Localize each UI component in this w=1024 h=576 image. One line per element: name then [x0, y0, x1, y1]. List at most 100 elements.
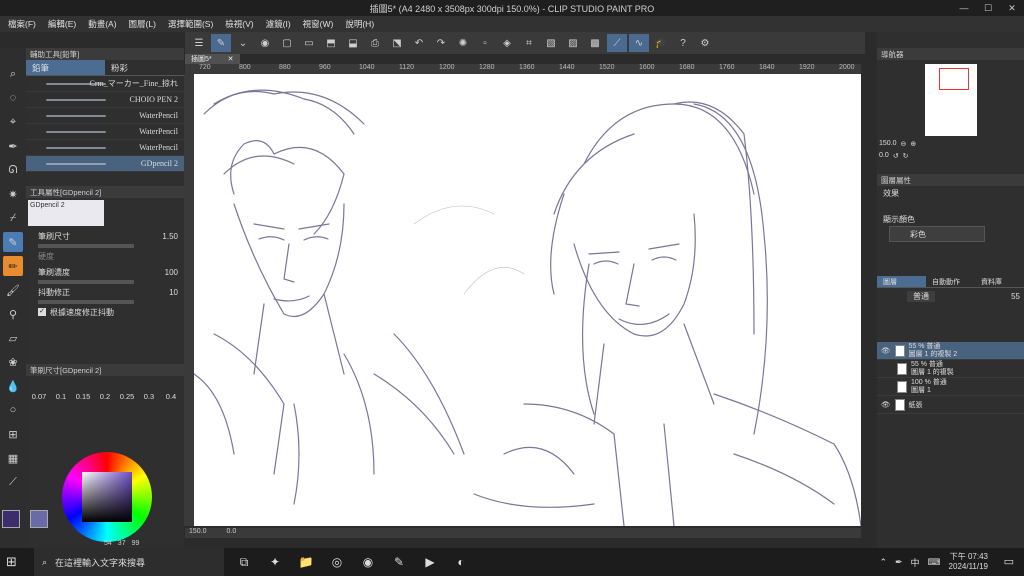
blend-mode-dropdown[interactable]: 普通	[907, 290, 935, 302]
search-box[interactable]: ⌕ 在這裡輸入文字來搜尋	[34, 548, 224, 576]
tab-library[interactable]: 資料庫	[975, 276, 1024, 288]
lasso-select-icon[interactable]: ᘏ	[3, 160, 23, 180]
learn-icon[interactable]: 🎓	[651, 34, 671, 52]
zoom-readout[interactable]: 150.0	[189, 528, 207, 538]
brush-item-selected[interactable]: GDpencil 2	[26, 156, 184, 172]
menu-animation[interactable]: 動畫(A)	[88, 18, 116, 30]
notification-icon[interactable]: ▭	[1004, 555, 1014, 568]
menu-view[interactable]: 檢視(V)	[225, 18, 253, 30]
maximize-button[interactable]: ☐	[976, 0, 1000, 16]
clip-studio-icon[interactable]: ◉	[255, 34, 275, 52]
brush-item[interactable]: WaterPencil	[26, 108, 184, 124]
decoration-icon[interactable]: ❀	[3, 352, 23, 372]
display-color-dropdown[interactable]: 彩色	[889, 226, 985, 242]
keyboard-icon[interactable]: ⌨	[928, 557, 941, 568]
copilot-icon[interactable]: ✦	[264, 551, 286, 573]
task-view-icon[interactable]: ⧉	[233, 551, 255, 573]
settings-icon[interactable]: ⚙	[695, 34, 715, 52]
tab-auto-actions[interactable]: 自動動作	[926, 276, 975, 288]
brush-item[interactable]: WaterPencil	[26, 140, 184, 156]
menu-window[interactable]: 視窗(W)	[303, 18, 334, 30]
layer-row-selected[interactable]: 👁 55 % 普通 圖層 1 的複製 2	[877, 342, 1024, 360]
menu-select[interactable]: 選擇範圍(S)	[168, 18, 213, 30]
media-player-icon[interactable]: ▶	[419, 551, 441, 573]
save-icon[interactable]: ⬒	[321, 34, 341, 52]
tab-pencil[interactable]: 鉛筆	[26, 60, 105, 76]
new-file-icon[interactable]: ▢	[277, 34, 297, 52]
chevron-down-icon[interactable]: ⌄	[233, 34, 253, 52]
size-chip[interactable]: 0.1	[52, 392, 70, 401]
size-chip[interactable]: 0.4	[162, 392, 180, 401]
pipette-icon[interactable]: ⌿	[3, 208, 23, 228]
eye-icon[interactable]: 👁	[881, 346, 891, 355]
drawing-canvas[interactable]	[194, 74, 861, 526]
brush-item[interactable]: WaterPencil	[26, 124, 184, 140]
color-square[interactable]	[82, 472, 132, 522]
clip-studio-app-icon[interactable]: ◉	[357, 551, 379, 573]
menu-file[interactable]: 檔案(F)	[8, 18, 36, 30]
navigator-zoom[interactable]: 150.0	[879, 140, 897, 148]
zoom-in-icon[interactable]: ⊕	[910, 140, 916, 148]
speed-checkbox[interactable]: ✓	[38, 308, 46, 316]
loading-icon[interactable]: ✺	[453, 34, 473, 52]
transform-icon[interactable]: ⌗	[519, 34, 539, 52]
hamburger-icon[interactable]: ☰	[189, 34, 209, 52]
angle-readout[interactable]: 0.0	[227, 528, 237, 538]
brush-size-value[interactable]: 1.50	[162, 232, 178, 241]
close-tab-icon[interactable]: ✕	[228, 55, 234, 63]
menu-help[interactable]: 說明(H)	[345, 18, 374, 30]
size-chip[interactable]: 0.25	[118, 392, 136, 401]
tool-select-icon[interactable]: ✎	[211, 34, 231, 52]
print-icon[interactable]: ⎙	[365, 34, 385, 52]
pencil-tool-icon[interactable]: ✏	[3, 256, 23, 276]
layer-row[interactable]: 55 % 普通 圖層 1 的複製	[877, 360, 1024, 378]
figure-icon[interactable]: ○	[3, 400, 23, 420]
layer-row-paper[interactable]: 👁 紙張	[877, 396, 1024, 414]
brush-item[interactable]: CHOIO PEN 2	[26, 92, 184, 108]
zoom-icon[interactable]: ⌕	[3, 64, 23, 84]
opacity-value[interactable]: 55	[1011, 292, 1024, 301]
tab-pastel[interactable]: 粉彩	[105, 60, 184, 76]
invert-icon[interactable]: ▩	[585, 34, 605, 52]
navigator-angle[interactable]: 0.0	[879, 152, 889, 160]
menu-edit[interactable]: 編輯(E)	[48, 18, 76, 30]
size-chip[interactable]: 0.2	[96, 392, 114, 401]
pen-tool-icon[interactable]: ✎	[3, 232, 23, 252]
density-value[interactable]: 100	[165, 268, 178, 277]
lasso-icon[interactable]: ◌	[3, 88, 23, 108]
pen-icon[interactable]: ✒	[895, 557, 903, 568]
eye-icon[interactable]: 👁	[881, 400, 891, 409]
airbrush-icon[interactable]: ⚲	[3, 304, 23, 324]
clip-studio-paint-icon[interactable]: ✎	[388, 551, 410, 573]
brush-tool-icon[interactable]: 🖌	[3, 280, 23, 300]
sub-color-swatch[interactable]	[30, 510, 48, 528]
windows-start-icon[interactable]: ⊞	[6, 554, 22, 570]
close-button[interactable]: ✕	[1000, 0, 1024, 16]
rotate-right-icon[interactable]: ↻	[903, 152, 909, 160]
app-icon[interactable]: ◐	[450, 551, 472, 573]
chrome-icon[interactable]: ◎	[326, 551, 348, 573]
file-explorer-icon[interactable]: 📁	[295, 551, 317, 573]
clock[interactable]: 下午 07:43 2024/11/19	[949, 552, 988, 572]
brush-item[interactable]: Crm_マーカー_Fine_掠れ	[26, 76, 184, 92]
size-chip[interactable]: 0.15	[74, 392, 92, 401]
frame-icon[interactable]: ⊞	[3, 424, 23, 444]
color-wheel[interactable]	[62, 452, 152, 542]
blend-icon[interactable]: 💧	[3, 376, 23, 396]
eraser-icon[interactable]: ▱	[3, 328, 23, 348]
minimize-button[interactable]: —	[952, 0, 976, 16]
open-folder-icon[interactable]: ▭	[299, 34, 319, 52]
pen-pressure-icon[interactable]: ⟋	[607, 34, 627, 52]
zoom-out-icon[interactable]: ⊖	[901, 140, 907, 148]
magic-wand-icon[interactable]: ✷	[3, 184, 23, 204]
menu-layer[interactable]: 圖層(L)	[129, 18, 156, 30]
redo-icon[interactable]: ↷	[431, 34, 451, 52]
navigator-thumbnail[interactable]	[925, 64, 977, 136]
rotate-left-icon[interactable]: ↺	[893, 152, 899, 160]
share-icon[interactable]: ⬔	[387, 34, 407, 52]
layer-row[interactable]: 100 % 普通 圖層 1	[877, 378, 1024, 396]
document-tab[interactable]: 插圖5* ✕	[185, 54, 240, 64]
size-chip[interactable]: 0.07	[30, 392, 48, 401]
menu-filter[interactable]: 濾鏡(I)	[266, 18, 291, 30]
eyedropper-icon[interactable]: ✒	[3, 136, 23, 156]
